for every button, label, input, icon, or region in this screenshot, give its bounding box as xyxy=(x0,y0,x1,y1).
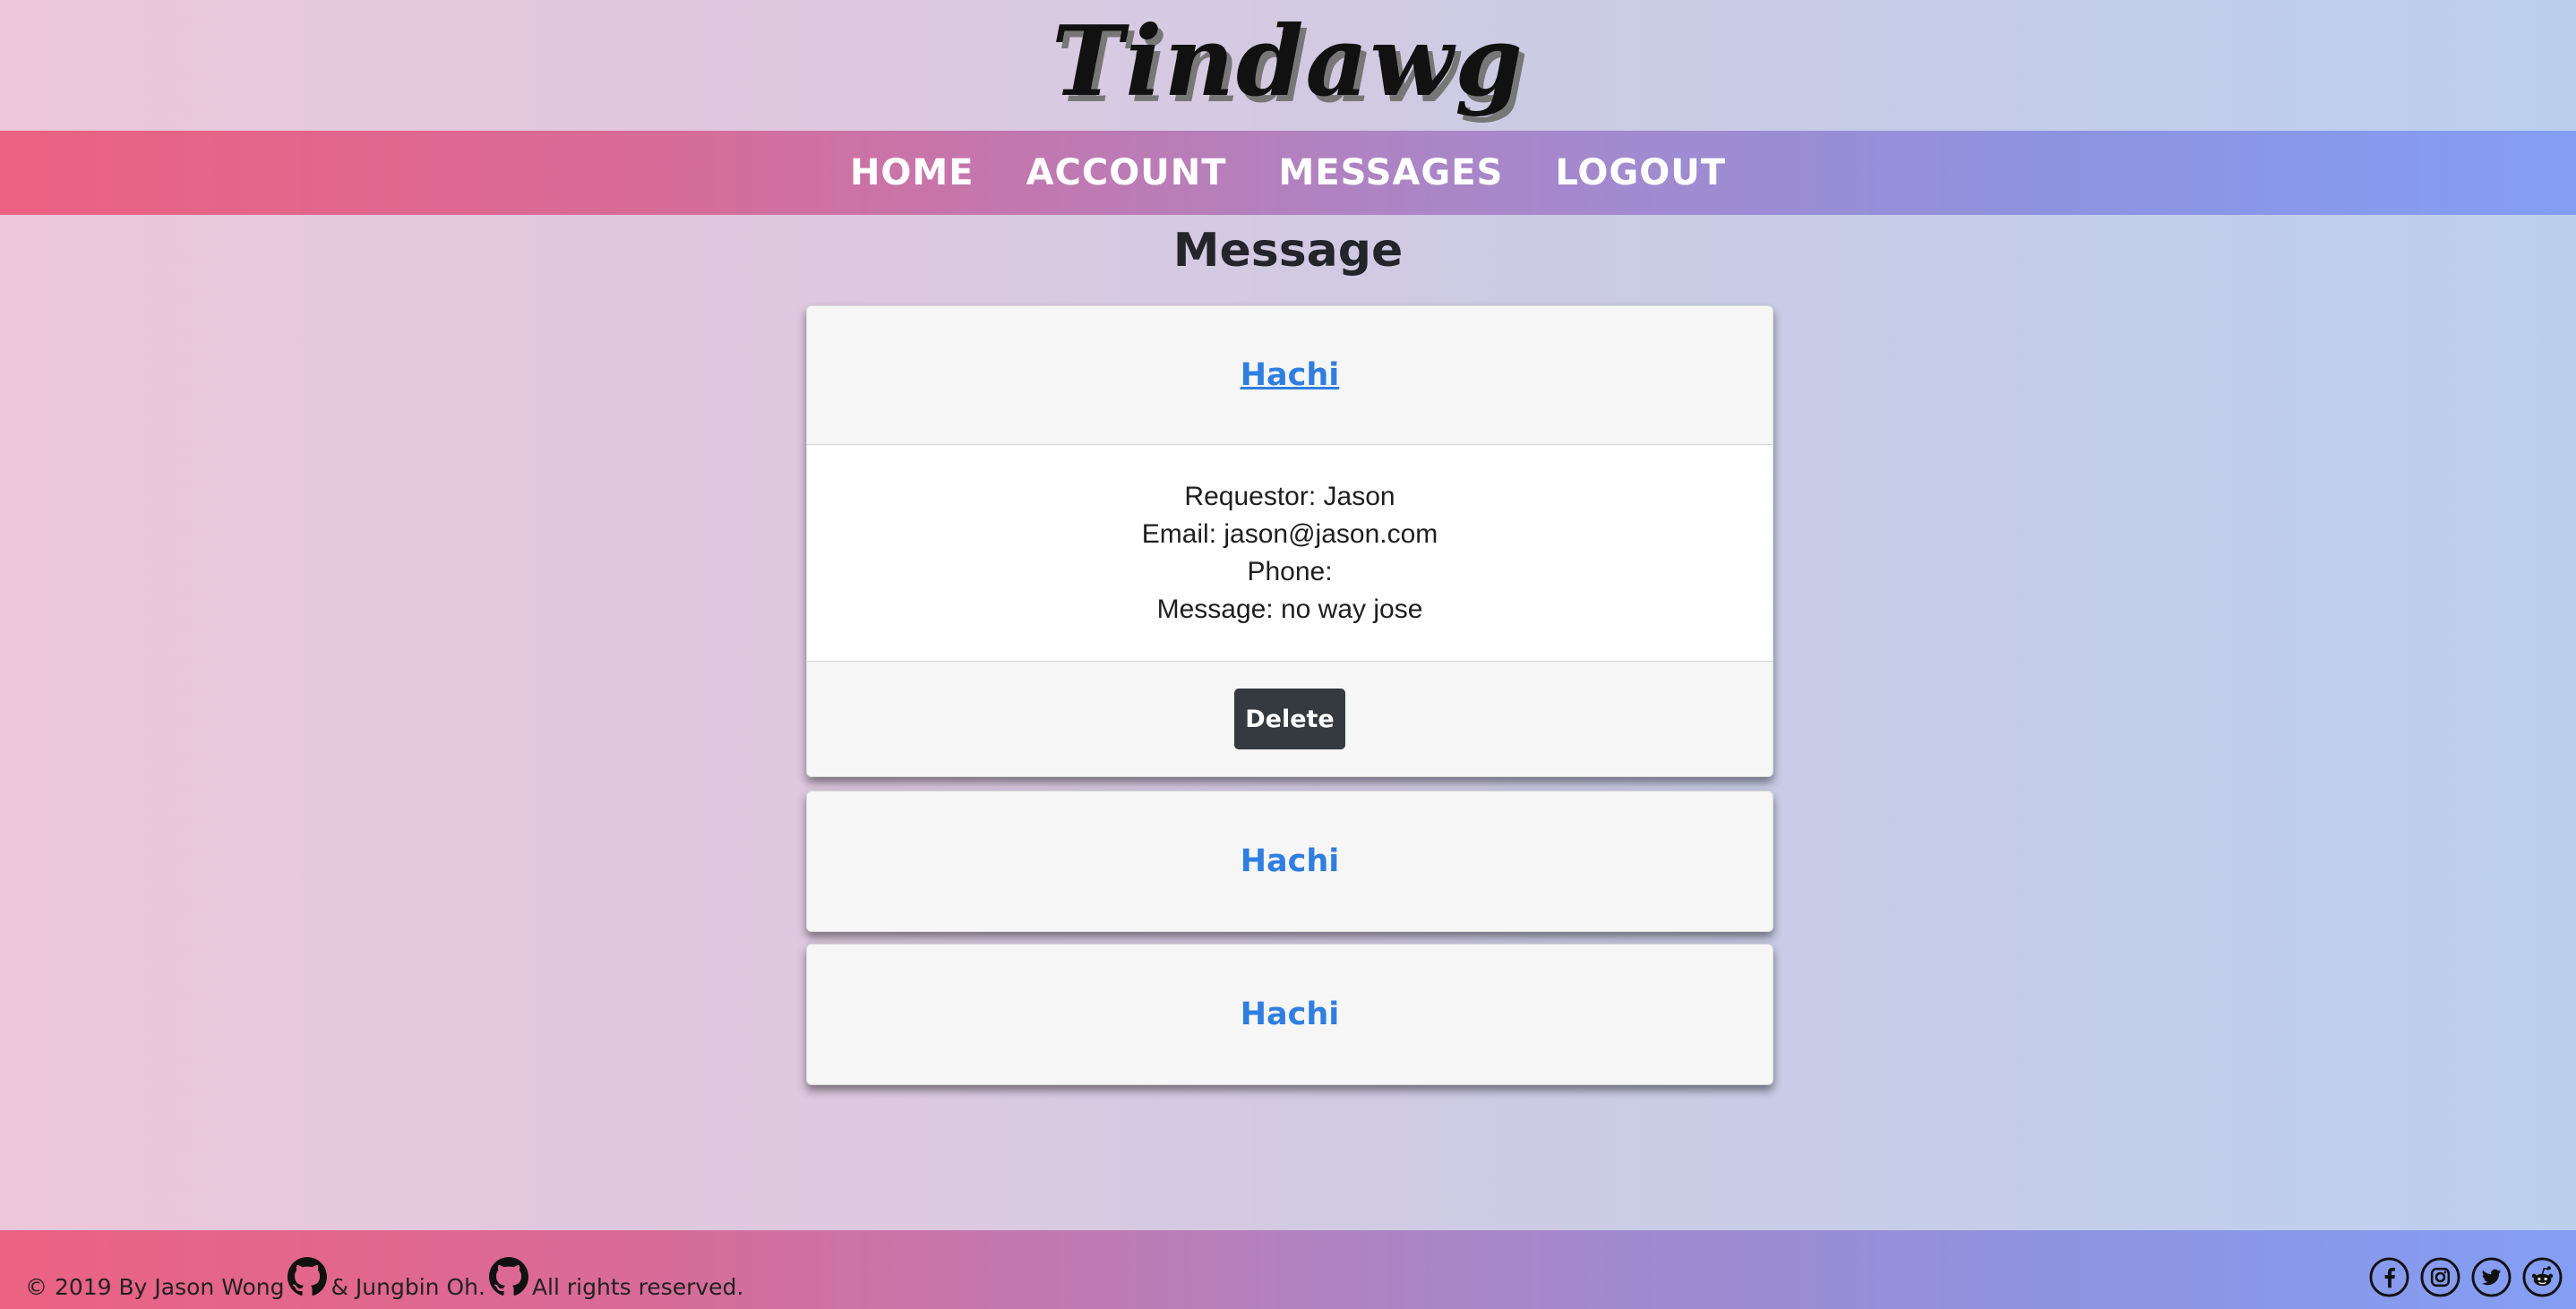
reddit-icon[interactable] xyxy=(2521,1256,2563,1298)
main-navbar: HOME ACCOUNT MESSAGES LOGOUT xyxy=(0,131,2576,215)
card-header[interactable]: Hachi xyxy=(807,945,1773,1084)
delete-button[interactable]: Delete xyxy=(1234,689,1345,749)
nav-account[interactable]: ACCOUNT xyxy=(1026,152,1227,193)
facebook-icon[interactable] xyxy=(2368,1256,2410,1298)
card-header[interactable]: Hachi xyxy=(807,306,1773,445)
card-title-link[interactable]: Hachi xyxy=(1241,997,1340,1032)
card-title-link[interactable]: Hachi xyxy=(1241,843,1340,879)
footer-credits: © 2019 By Jason Wong & Jungbin Oh. All r… xyxy=(25,1257,743,1300)
requestor-text: Requestor: Jason xyxy=(1184,481,1395,511)
site-logo[interactable]: Tindawg xyxy=(1052,5,1524,118)
rights-text: All rights reserved. xyxy=(531,1274,744,1300)
coauthor-text: & Jungbin Oh. xyxy=(331,1274,485,1300)
message-card: Hachi xyxy=(806,791,1773,932)
card-title-link[interactable]: Hachi xyxy=(1241,357,1340,393)
phone-text: Phone: xyxy=(1247,556,1333,586)
footer: © 2019 By Jason Wong & Jungbin Oh. All r… xyxy=(0,1230,2576,1309)
page-title: Message xyxy=(1172,224,1404,278)
header: Tindawg xyxy=(0,0,2576,131)
card-header[interactable]: Hachi xyxy=(807,791,1773,931)
message-text: Message: no way jose xyxy=(1156,594,1423,624)
copyright-text: © 2019 By Jason Wong xyxy=(25,1274,285,1300)
social-links xyxy=(2368,1256,2563,1298)
nav-messages[interactable]: MESSAGES xyxy=(1278,152,1503,193)
message-card: Hachi xyxy=(806,944,1773,1085)
email-text: Email: jason@jason.com xyxy=(1141,518,1438,549)
nav-logout[interactable]: LOGOUT xyxy=(1555,152,1726,193)
card-footer: Delete xyxy=(807,662,1773,776)
nav-home[interactable]: HOME xyxy=(850,152,975,193)
github-icon[interactable] xyxy=(488,1257,528,1296)
card-body: Requestor: Jason Email: jason@jason.com … xyxy=(807,445,1773,662)
github-icon[interactable] xyxy=(288,1257,328,1296)
message-card: Hachi Requestor: Jason Email: jason@jaso… xyxy=(806,305,1773,777)
twitter-icon[interactable] xyxy=(2470,1256,2512,1298)
instagram-icon[interactable] xyxy=(2419,1256,2461,1298)
